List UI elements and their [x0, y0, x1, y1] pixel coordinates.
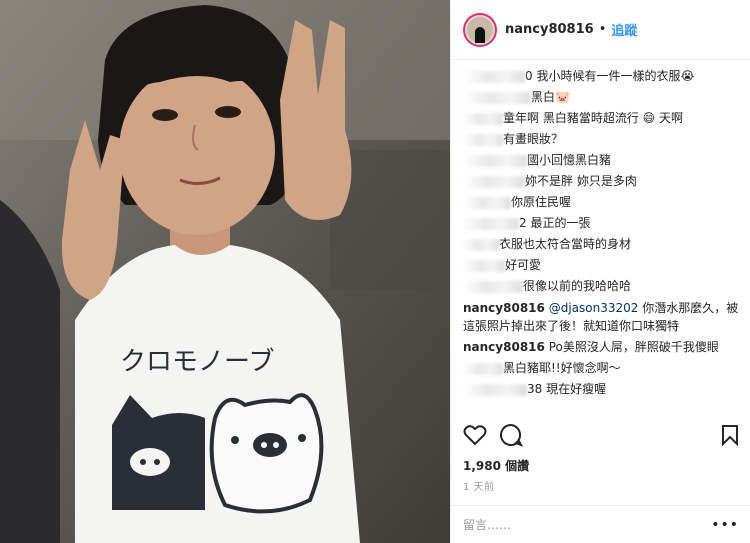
- comment-11: nancy80816 @djason33202 你潛水那麼久，被這張照片掉出來了…: [463, 301, 739, 333]
- comment-mention[interactable]: @djason33202: [549, 301, 639, 315]
- comment-username[interactable]: nancy80816: [463, 301, 545, 315]
- post-sidebar: nancy80816 • 追蹤 0 我小時候有一件一樣的衣服😭 黑白🐷 童年啊 …: [450, 0, 750, 543]
- action-bar: [463, 423, 739, 447]
- comment-input[interactable]: 留言……: [463, 516, 511, 533]
- comment-1: 黑白🐷: [463, 87, 739, 108]
- follow-button[interactable]: 追蹤: [611, 20, 637, 39]
- more-options-icon[interactable]: •••: [711, 517, 739, 533]
- comment-4: 國小回憶黑白豬: [463, 150, 739, 171]
- add-comment-bar: 留言…… •••: [451, 505, 750, 543]
- comment-10: 很像以前的我哈哈哈: [463, 276, 739, 297]
- comment-username[interactable]: nancy80816: [463, 340, 545, 354]
- photo-illustration: クロモノーブ: [0, 0, 450, 543]
- avatar[interactable]: [463, 12, 497, 47]
- header-dot: •: [598, 22, 607, 37]
- post-timestamp[interactable]: 1 天前: [463, 478, 495, 493]
- post-photo[interactable]: クロモノーブ: [0, 0, 450, 543]
- comment-7: 2 最正的一張: [463, 213, 739, 234]
- comment-2: 童年啊 黑白豬當時超流行 😄 天啊: [463, 108, 739, 129]
- comment-12: nancy80816 Po美照沒人屌，胖照破千我傻眼: [463, 340, 719, 354]
- comment-0: 0 我小時候有一件一樣的衣服😭: [463, 66, 739, 87]
- comment-9: 好可愛: [463, 255, 739, 276]
- comment-14: 38 現在好瘦喔: [463, 379, 739, 400]
- likes-count[interactable]: 1,980 個讚: [463, 457, 529, 474]
- post-header: nancy80816 • 追蹤: [451, 0, 750, 60]
- comment-icon[interactable]: [499, 423, 523, 447]
- comment-8: 衣服也太符合當時的身材: [463, 234, 739, 255]
- comment-3: 有畫眼妝？: [463, 129, 739, 150]
- heart-icon[interactable]: [463, 424, 487, 446]
- header-username[interactable]: nancy80816: [505, 22, 594, 37]
- comment-5: 妳不是胖 妳只是多肉: [463, 171, 739, 192]
- comment-6: 你原住民喔: [463, 192, 739, 213]
- comment-list: 0 我小時候有一件一樣的衣服😭 黑白🐷 童年啊 黑白豬當時超流行 😄 天啊 有畫…: [451, 60, 750, 417]
- instagram-post: クロモノーブ nancy80816 • 追蹤 0 我小時候有一件一樣的衣服😭 黑…: [0, 0, 750, 543]
- comment-13: 黑白豬耶!!好懷念啊～: [463, 358, 739, 379]
- bookmark-icon[interactable]: [721, 424, 739, 446]
- shirt-text: クロモノーブ: [120, 347, 274, 377]
